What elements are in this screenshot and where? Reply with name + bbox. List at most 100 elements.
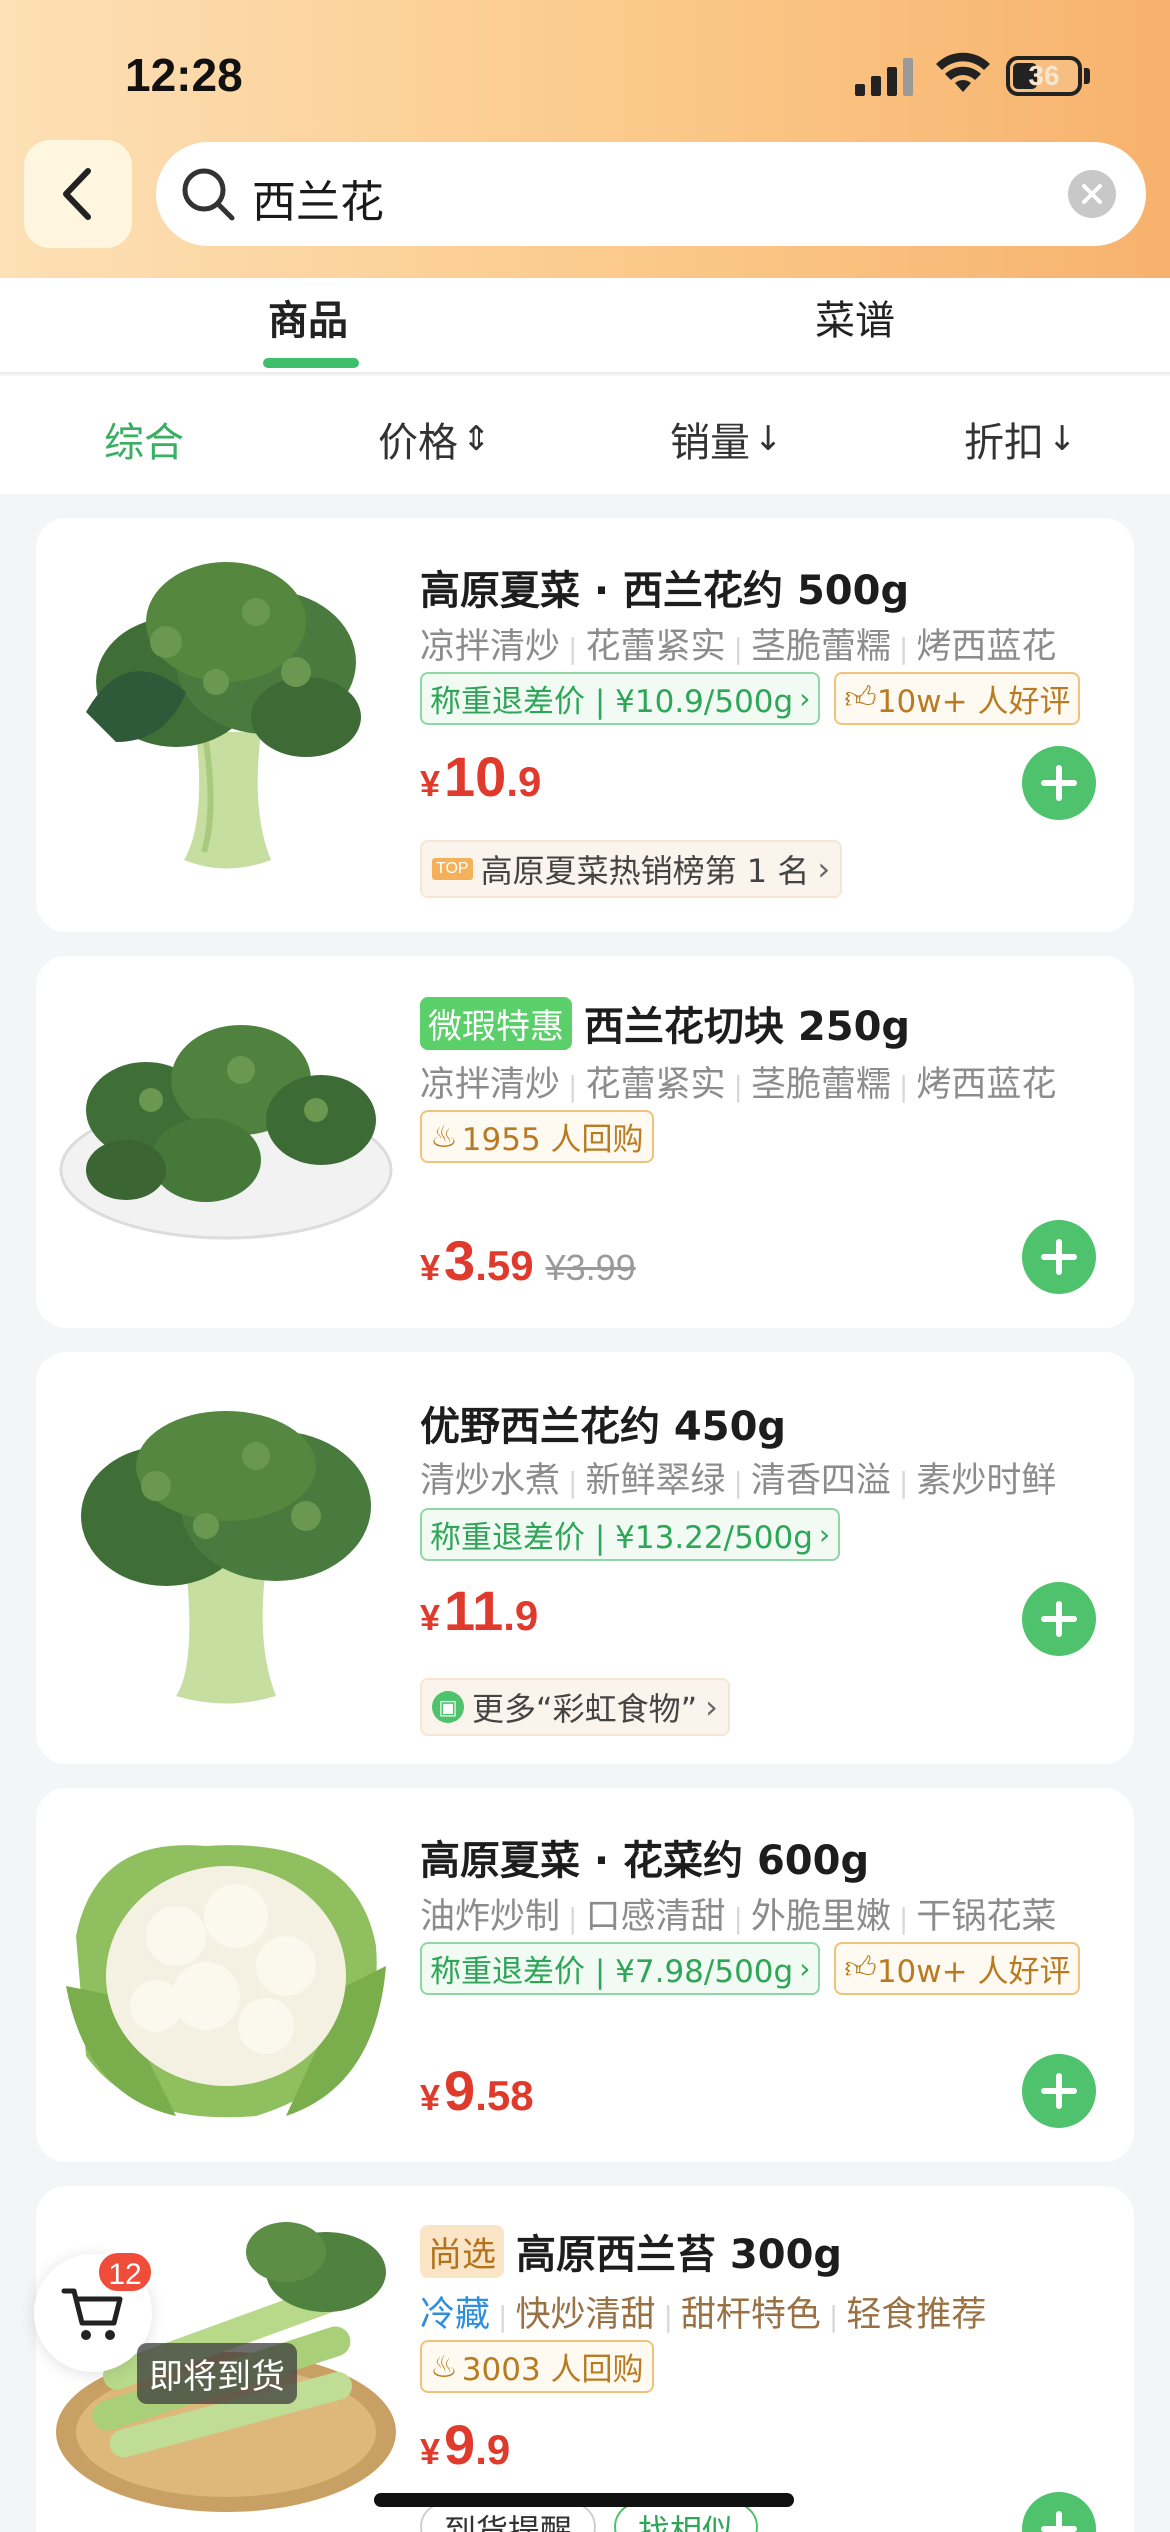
- product-features: 凉拌清炒 | 花蕾紧实 | 茎脆蕾糯 | 烤西蓝花: [420, 1065, 1057, 1105]
- add-to-cart-button[interactable]: [1022, 2054, 1096, 2128]
- chevron-right-icon: ›: [799, 682, 811, 715]
- feature: 花蕾紧实: [585, 1065, 726, 1105]
- tag-row: 称重退差价 | ¥7.98/500g › 👍︎ 10w+ 人好评: [420, 1942, 1081, 1995]
- sort-overall[interactable]: 综合: [104, 410, 184, 468]
- product-card[interactable]: 高原夏菜 · 花菜约 600g 油炸炒制 | 口感清甜 | 外脆里嫩 | 干锅花菜 称重退差…: [36, 1788, 1134, 2162]
- feature: 干锅花菜: [916, 1897, 1057, 1937]
- status-bar: 12:28 36: [0, 0, 1170, 140]
- weight-refund-label: 称重退差价 | ¥10.9/500g: [430, 684, 794, 720]
- plus-icon: [1041, 2511, 1077, 2532]
- product-title: 高原夏菜 · 花菜约 600g: [420, 1838, 870, 1884]
- price-currency: ¥: [420, 1597, 441, 1638]
- sort-overall-label: 综合: [104, 420, 184, 466]
- arriving-soon-label: 即将到货: [137, 2343, 297, 2404]
- product-price: ¥3.59 ¥3.99: [420, 1228, 636, 1293]
- feature: 烤西蓝花: [916, 1065, 1057, 1105]
- ranking-chip[interactable]: TOP 高原夏菜热销榜第 1 名 ›: [420, 840, 843, 898]
- add-to-cart-button[interactable]: [1022, 746, 1096, 820]
- home-indicator: [374, 2493, 794, 2507]
- feature: 清香四溢: [750, 1461, 891, 1501]
- tag-row: 称重退差价 | ¥10.9/500g › 👍︎ 10w+ 人好评: [420, 672, 1081, 725]
- tab-recipes[interactable]: 菜谱: [815, 288, 895, 346]
- rainbow-food-label: 更多“彩虹食物”: [472, 1690, 698, 1728]
- feature: 口感清甜: [585, 1897, 726, 1937]
- top-badge-icon: TOP: [432, 858, 473, 880]
- chevron-right-icon: ›: [799, 1952, 811, 1985]
- feature: 烤西蓝花: [916, 627, 1057, 667]
- search-icon: [182, 168, 235, 221]
- rating-tag: 👍︎ 10w+ 人好评: [834, 1942, 1081, 1995]
- sort-discount[interactable]: 折扣 ↓: [964, 410, 1077, 468]
- sort-price-label: 价格: [378, 420, 458, 466]
- thumbs-up-icon: 👍︎: [844, 1950, 877, 1986]
- flash-sale-badge: 微瑕特惠: [420, 996, 572, 1050]
- product-card[interactable]: 优野西兰花约 450g 清炒水煮 | 新鲜翠绿 | 清香四溢 | 素炒时鲜 称重退差价 | …: [36, 1352, 1134, 1764]
- price-currency: ¥: [420, 763, 441, 804]
- add-to-cart-button[interactable]: [1022, 1582, 1096, 1656]
- weight-refund-label: 称重退差价 | ¥7.98/500g: [430, 1954, 794, 1990]
- clear-search-button[interactable]: [1068, 170, 1116, 218]
- rating-label: 10w+ 人好评: [876, 1954, 1071, 1990]
- repurchase-label: 1955 人回购: [461, 1122, 644, 1158]
- feature: 花蕾紧实: [585, 627, 726, 667]
- product-card[interactable]: 微瑕特惠 西兰花切块 250g 凉拌清炒 | 花蕾紧实 | 茎脆蕾糯 | 烤西蓝花 ♨ 1955…: [36, 956, 1134, 1328]
- repurchase-label: 3003 人回购: [461, 2352, 644, 2388]
- price-currency: ¥: [420, 2077, 441, 2118]
- price-decimal: .59: [475, 1242, 534, 1289]
- feature: 凉拌清炒: [420, 627, 561, 667]
- product-image-broccoli-pieces: [59, 1025, 393, 1240]
- feature: 油炸炒制: [420, 1897, 561, 1937]
- original-price: ¥3.99: [545, 1247, 636, 1288]
- product-image-broccoli: [86, 562, 361, 869]
- price-integer: 3: [444, 1229, 476, 1292]
- product-image-cauliflower: [66, 1845, 386, 2118]
- product-title: 高原西兰苔 300g: [516, 2232, 843, 2278]
- tab-bar: 商品 菜谱: [0, 278, 1170, 374]
- product-price: ¥9.58: [420, 2058, 534, 2123]
- product-title: 高原夏菜 · 西兰花约 500g: [420, 568, 910, 614]
- add-to-cart-button[interactable]: [1022, 2492, 1096, 2532]
- back-button[interactable]: [24, 140, 132, 248]
- tag-row: ♨ 3003 人回购: [420, 2340, 654, 2393]
- tag-row: ♨ 1955 人回购: [420, 1110, 654, 1163]
- feature-cold: 冷藏: [420, 2295, 491, 2335]
- price-currency: ¥: [420, 1247, 441, 1288]
- weight-refund-tag[interactable]: 称重退差价 | ¥13.22/500g ›: [420, 1508, 841, 1561]
- weight-refund-tag[interactable]: 称重退差价 | ¥7.98/500g ›: [420, 1942, 821, 1995]
- battery-icon: 36: [1006, 56, 1082, 96]
- flame-icon: ♨: [430, 2348, 458, 2385]
- feature: 凉拌清炒: [420, 1065, 561, 1105]
- search-input[interactable]: 西兰花: [156, 142, 1146, 246]
- tab-products[interactable]: 商品: [268, 288, 348, 346]
- price-integer: 11: [444, 1579, 504, 1642]
- rating-label: 10w+ 人好评: [876, 684, 1071, 720]
- battery-cap: [1084, 68, 1090, 84]
- wifi-icon: [936, 52, 990, 92]
- ranking-label: 高原夏菜热销榜第 1 名: [480, 852, 810, 890]
- sort-discount-label: 折扣: [964, 420, 1044, 466]
- sort-sales-label: 销量: [670, 420, 750, 466]
- weight-refund-tag[interactable]: 称重退差价 | ¥10.9/500g ›: [420, 672, 821, 725]
- sort-sales[interactable]: 销量 ↓: [670, 410, 783, 468]
- product-features: 冷藏 | 快炒清甜 | 甜杆特色 | 轻食推荐: [420, 2295, 987, 2335]
- price-decimal: .9: [475, 2426, 511, 2473]
- repurchase-tag: ♨ 3003 人回购: [420, 2340, 654, 2393]
- product-features: 清炒水煮 | 新鲜翠绿 | 清香四溢 | 素炒时鲜: [420, 1461, 1057, 1501]
- feature: 新鲜翠绿: [585, 1461, 726, 1501]
- product-title-row: 尚选 高原西兰苔 300g: [420, 2222, 842, 2280]
- rating-tag: 👍︎ 10w+ 人好评: [834, 672, 1081, 725]
- rainbow-food-chip[interactable]: ▣ 更多“彩虹食物” ›: [420, 1678, 730, 1736]
- price-decimal: .9: [506, 758, 542, 805]
- product-price: ¥9.9: [420, 2412, 510, 2477]
- arrow-down-icon: ↓: [754, 419, 783, 459]
- product-price: ¥10.9: [420, 744, 541, 809]
- repurchase-tag: ♨ 1955 人回购: [420, 1110, 654, 1163]
- header: 12:28 36 西兰花: [0, 0, 1170, 278]
- close-icon: [1082, 184, 1102, 204]
- plus-icon: [1041, 765, 1077, 801]
- add-to-cart-button[interactable]: [1022, 1220, 1096, 1294]
- sort-price[interactable]: 价格 ⇕: [378, 410, 491, 468]
- feature: 茎脆蕾糯: [750, 1065, 891, 1105]
- product-card[interactable]: 高原夏菜 · 西兰花约 500g 凉拌清炒 | 花蕾紧实 | 茎脆蕾糯 | 烤西蓝花 称重退…: [36, 518, 1134, 932]
- product-price: ¥11.9: [420, 1578, 538, 1643]
